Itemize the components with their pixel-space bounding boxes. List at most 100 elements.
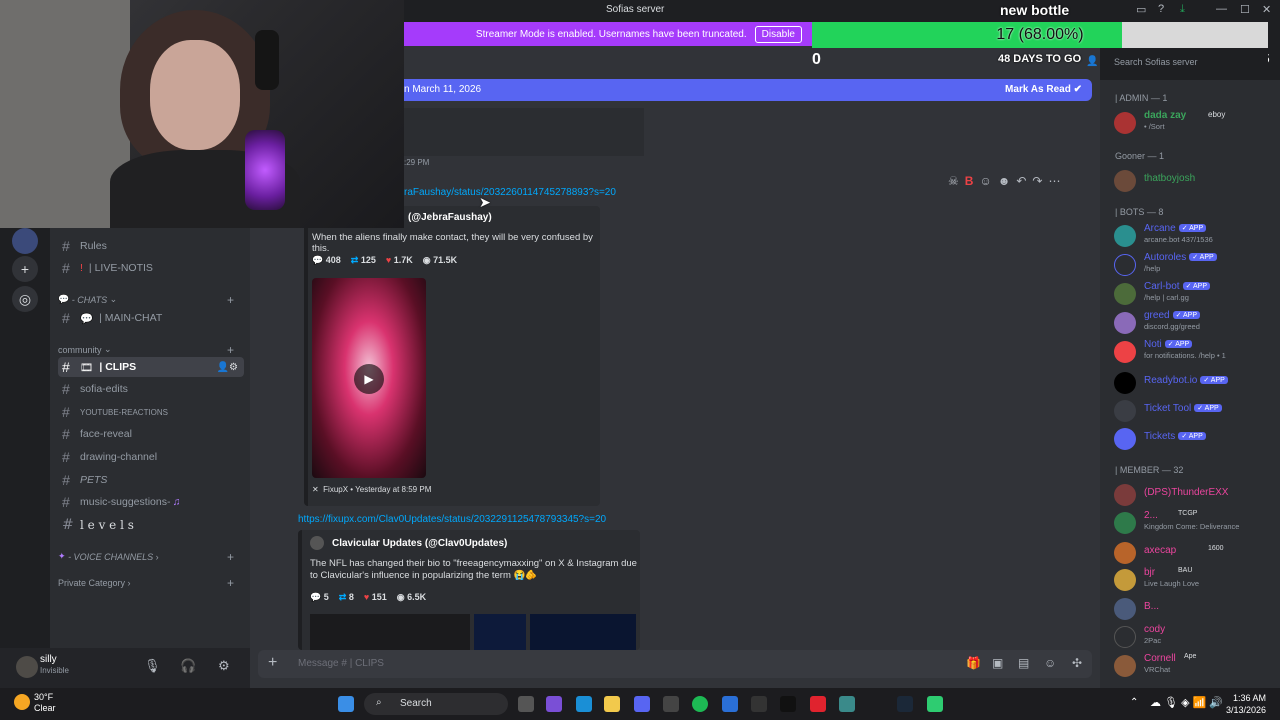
add-attachment-icon[interactable]: +	[268, 654, 277, 672]
steam-icon[interactable]	[897, 696, 913, 712]
embed-author-2[interactable]: Clavicular Updates (@Clav0Updates)	[332, 538, 507, 549]
store-icon[interactable]	[663, 696, 679, 712]
add-channel-icon[interactable]: +	[227, 550, 234, 564]
discover-icon[interactable]: ◎	[12, 286, 38, 312]
member-item[interactable]: greed ✓ APP discord.gg/greed	[1114, 310, 1280, 334]
task-view-icon[interactable]	[518, 696, 534, 712]
channel-pets[interactable]: # PETS	[58, 470, 244, 490]
category-private[interactable]: Private Category › +	[58, 576, 244, 590]
close-button[interactable]: ✕	[1262, 3, 1271, 16]
add-channel-icon[interactable]: +	[227, 293, 234, 307]
app-badge: ✓ APP	[1200, 376, 1228, 384]
minimize-button[interactable]: —	[1216, 3, 1227, 15]
tweet-link-1[interactable]: raFaushay/status/2032260114745278893?s=2…	[404, 187, 616, 198]
chevron-up-icon[interactable]: ⌃	[1130, 697, 1138, 708]
emoji-icon[interactable]: ☺	[1044, 656, 1056, 670]
message-input-placeholder[interactable]: Message # | CLIPS	[298, 658, 384, 669]
microphone-icon[interactable]: 🎙	[144, 658, 161, 674]
message-composer[interactable]: + Message # | CLIPS 🎁 ▣ ▤ ☺ ✣	[258, 650, 1092, 678]
channel-youtube-reactions[interactable]: # YOUTUBE-REACTIONS	[58, 402, 244, 422]
member-item[interactable]: Noti ✓ APP for notifications. /help • 1	[1114, 339, 1280, 363]
member-item[interactable]: Carl-bot ✓ APP/help | carl.gg	[1114, 281, 1280, 305]
channel-settings-icon[interactable]: 👤⚙	[217, 362, 238, 373]
member-item[interactable]: Readybot.io ✓ APP	[1114, 370, 1280, 394]
app-icon-2[interactable]	[927, 696, 943, 712]
user-avatar[interactable]	[16, 656, 38, 678]
member-item[interactable]: 2... TCGP Kingdom Come: Deliverance	[1114, 510, 1280, 534]
sticker-icon[interactable]: ▤	[1018, 656, 1029, 670]
member-item[interactable]: axecap 1600	[1114, 540, 1280, 564]
windows-start-icon[interactable]	[338, 696, 354, 712]
member-item[interactable]: Autoroles ✓ APP/help	[1114, 252, 1280, 276]
spotify-icon[interactable]	[692, 696, 708, 712]
taskbar-clock[interactable]: 1:36 AM 3/13/2026	[1226, 692, 1266, 716]
member-item[interactable]: thatboyjosh	[1114, 168, 1280, 192]
embed-author-1[interactable]: (@JebraFaushay)	[408, 212, 492, 223]
disable-streamer-button[interactable]: Disable	[754, 25, 802, 43]
inbox-icon[interactable]: ▭	[1136, 3, 1146, 16]
mail-icon[interactable]	[722, 696, 738, 712]
member-item[interactable]: Arcane ✓ APP arcane.bot 437/1536	[1114, 223, 1280, 247]
forward-icon[interactable]: ↷	[1032, 174, 1042, 188]
category-community[interactable]: community ⌄ +	[58, 343, 244, 357]
gift-icon[interactable]: 🎁	[966, 656, 981, 670]
user-name[interactable]: silly	[40, 654, 57, 665]
member-item[interactable]: B...	[1114, 596, 1280, 620]
member-item[interactable]: dada zay • /Sort eboy	[1114, 110, 1280, 134]
help-icon[interactable]: ?	[1158, 3, 1164, 15]
mark-as-read-button[interactable]: Mark As Read ✔	[1005, 84, 1082, 95]
members-toggle-icon[interactable]: 👤	[1086, 56, 1098, 67]
more-icon[interactable]: ⋯	[1048, 174, 1060, 188]
reply-icon[interactable]: ↶	[1016, 174, 1026, 188]
skull-icon[interactable]: ☠	[948, 174, 959, 188]
member-item[interactable]: Cornell Ape VRChat	[1114, 653, 1280, 677]
gear-icon[interactable]: ⚙	[218, 658, 230, 674]
tweet-link-2[interactable]: https://fixupx.com/Clav0Updates/status/2…	[298, 514, 606, 525]
add-channel-icon[interactable]: +	[227, 576, 234, 590]
add-reaction-icon[interactable]: ☻	[998, 174, 1011, 188]
gif-icon[interactable]: ▣	[992, 656, 1003, 670]
copilot-icon[interactable]	[546, 696, 562, 712]
tiktok-icon[interactable]	[780, 696, 796, 712]
headphones-icon[interactable]: 🎧	[180, 658, 196, 674]
download-icon[interactable]: ⤓	[1180, 3, 1185, 16]
b-reaction-icon[interactable]: B	[965, 174, 974, 188]
edge-icon[interactable]	[576, 696, 592, 712]
add-server-icon[interactable]: +	[12, 256, 38, 282]
obs-icon[interactable]	[751, 696, 767, 712]
server-icon[interactable]	[12, 228, 38, 254]
add-channel-icon[interactable]: +	[227, 343, 234, 357]
member-item[interactable]: (DPS)ThunderEXX	[1114, 482, 1280, 506]
embed-image-3[interactable]	[530, 614, 636, 650]
category-chats[interactable]: 💬 - CHATS ⌄ +	[58, 293, 244, 307]
channel-sofia-edits[interactable]: # sofia-edits	[58, 379, 244, 399]
video-thumbnail[interactable]: ▶	[312, 278, 426, 478]
channel-live-notis[interactable]: #! | LIVE-NOTIS	[58, 258, 244, 278]
taskbar-search[interactable]: ⌕ Search	[364, 693, 508, 715]
maximize-button[interactable]: ☐	[1240, 3, 1250, 16]
opera-icon[interactable]	[810, 696, 826, 712]
channel-face-reveal[interactable]: # face-reveal	[58, 424, 244, 444]
search-input[interactable]: Search Sofias server	[1108, 54, 1268, 72]
discord-icon[interactable]	[634, 696, 650, 712]
member-item[interactable]: Tickets ✓ APP	[1114, 426, 1280, 450]
member-item[interactable]: Ticket Tool ✓ APP	[1114, 398, 1280, 422]
embed-image-1[interactable]	[310, 614, 470, 650]
channel-rules[interactable]: # Rules	[58, 236, 244, 256]
channel-levels[interactable]: # l e v e l s	[58, 515, 244, 535]
file-explorer-icon[interactable]	[604, 696, 620, 712]
channel-music-suggestions[interactable]: # music-suggestions- ♫	[58, 492, 244, 512]
channel-drawing[interactable]: # drawing-channel	[58, 447, 244, 467]
member-item[interactable]: cody 2Pac	[1114, 624, 1280, 648]
category-voice[interactable]: ✦ - VOICE CHANNELS › +	[58, 550, 244, 564]
member-item[interactable]: bjr BAU Live Laugh Love	[1114, 567, 1280, 591]
apps-icon[interactable]: ✣	[1072, 656, 1082, 670]
new-messages-bar[interactable]: n March 11, 2026 Mark As Read ✔	[404, 79, 1092, 101]
channel-main-chat[interactable]: # 💬 | MAIN-CHAT	[58, 308, 244, 328]
channel-clips[interactable]: # 🎞 | CLIPS 👤⚙	[58, 357, 244, 377]
laugh-icon[interactable]: ☺	[979, 174, 991, 188]
app-icon[interactable]	[839, 696, 855, 712]
tray-icons[interactable]: ☁ 🎙 ◈ 📶 🔊	[1150, 696, 1223, 709]
embed-image-2[interactable]	[474, 614, 526, 650]
play-icon[interactable]: ▶	[354, 364, 384, 394]
